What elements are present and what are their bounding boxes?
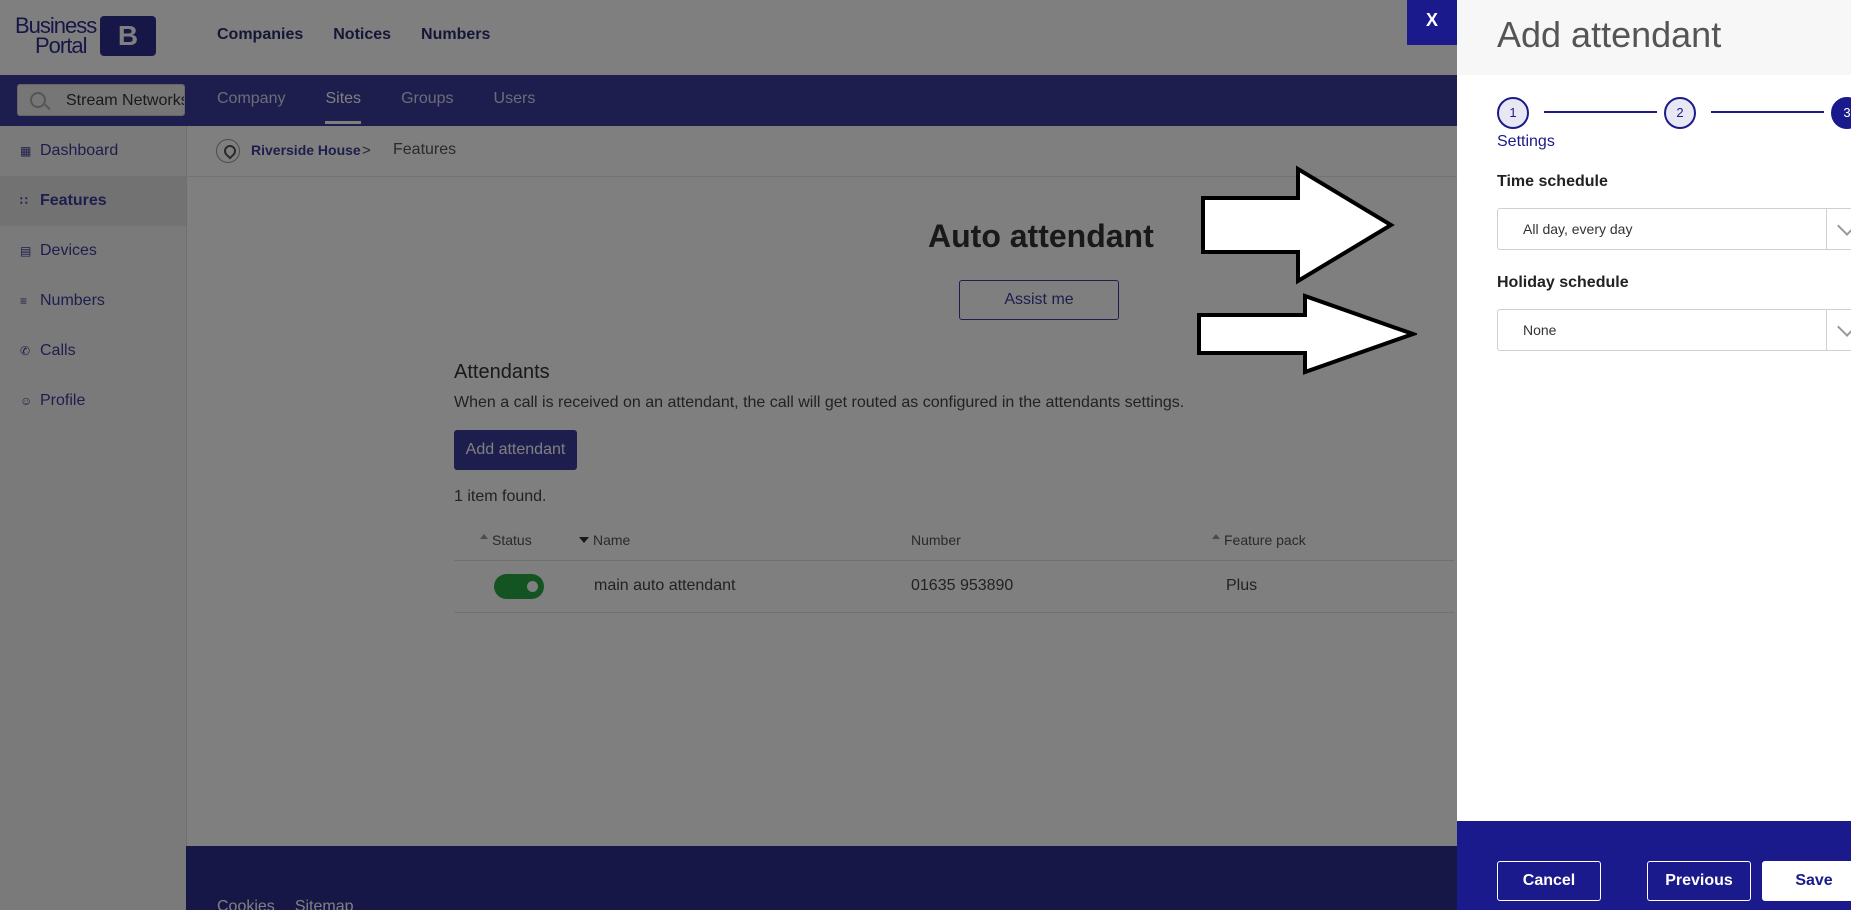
step-connector [1544, 111, 1657, 113]
chevron-down-icon [1837, 216, 1851, 236]
close-drawer-button[interactable]: X [1407, 0, 1457, 45]
chevron-down-icon [1837, 317, 1851, 337]
annotation-arrow-icon [1197, 293, 1417, 375]
add-attendant-drawer: Add attendant 1 2 3 Settings Time schedu… [1457, 0, 1851, 910]
time-schedule-value: All day, every day [1523, 221, 1633, 237]
step-3[interactable]: 3 [1831, 97, 1851, 129]
holiday-schedule-label: Holiday schedule [1497, 274, 1629, 291]
time-schedule-label: Time schedule [1497, 173, 1608, 190]
drawer-footer: Cancel Previous Save [1457, 821, 1851, 910]
drawer-title: Add attendant [1497, 14, 1722, 55]
modal-backdrop[interactable] [0, 0, 1457, 910]
stepper: 1 2 3 [1497, 97, 1851, 129]
select-divider [1826, 310, 1827, 350]
step-label: Settings [1497, 133, 1555, 150]
previous-button[interactable]: Previous [1647, 861, 1751, 901]
time-schedule-select[interactable]: All day, every day [1497, 208, 1851, 250]
step-2[interactable]: 2 [1664, 97, 1696, 129]
select-divider [1826, 209, 1827, 249]
step-1[interactable]: 1 [1497, 97, 1529, 129]
cancel-button[interactable]: Cancel [1497, 861, 1601, 901]
drawer-header: Add attendant [1457, 0, 1851, 75]
holiday-schedule-value: None [1523, 322, 1557, 338]
step-connector [1711, 111, 1824, 113]
save-button[interactable]: Save [1762, 861, 1851, 901]
annotation-arrow-icon [1201, 165, 1395, 285]
holiday-schedule-select[interactable]: None [1497, 309, 1851, 351]
